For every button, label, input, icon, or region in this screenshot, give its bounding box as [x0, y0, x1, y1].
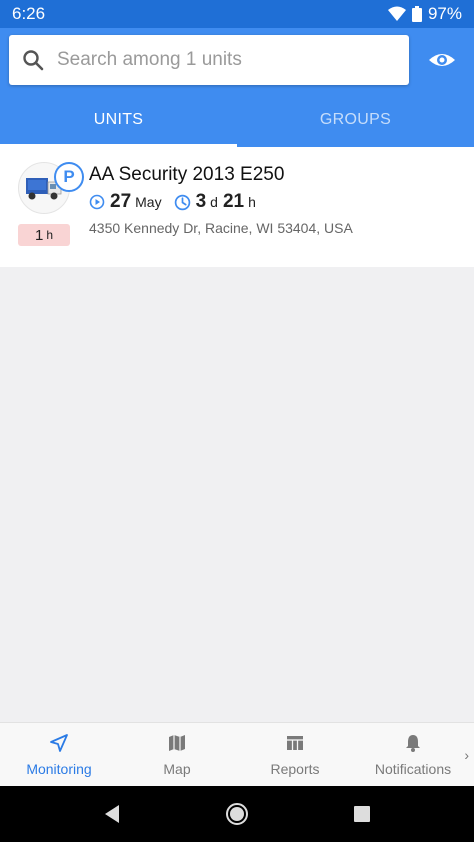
duration-value: 1 — [34, 226, 44, 244]
elapsed-hours: 21 — [222, 191, 245, 212]
unit-name: AA Security 2013 E250 — [89, 164, 285, 185]
search-icon — [23, 50, 44, 71]
nav-reports[interactable]: Reports — [236, 723, 354, 787]
unit-meta: 27 May 3 d 21 h — [89, 191, 256, 213]
bottom-navigation: Monitoring Map Reports Notifications › — [0, 722, 474, 787]
date-month: May — [135, 194, 162, 210]
unit-address: 4350 Kennedy Dr, Racine, WI 53404, USA — [89, 220, 353, 236]
tab-bar: UNITS GROUPS — [0, 92, 474, 147]
nav-notifications[interactable]: Notifications — [354, 723, 472, 787]
search-box[interactable] — [9, 35, 409, 85]
back-icon[interactable] — [103, 804, 121, 824]
elapsed-hours-unit: h — [248, 194, 256, 210]
recents-icon[interactable] — [353, 805, 371, 823]
chevron-right-icon[interactable]: › — [464, 747, 469, 763]
unit-list-item[interactable]: P 1 h AA Security 2013 E250 27 May 3 d 2… — [0, 147, 474, 267]
app-header: UNITS GROUPS — [0, 28, 474, 147]
search-input[interactable] — [55, 48, 389, 72]
status-bar: 6:26 97% — [0, 0, 474, 28]
nav-monitoring-label: Monitoring — [26, 761, 92, 777]
map-icon — [169, 735, 185, 751]
status-time: 6:26 — [12, 4, 46, 23]
nav-monitoring[interactable]: Monitoring — [0, 723, 118, 787]
unit-avatar: P — [18, 162, 84, 216]
battery-icon — [411, 6, 422, 22]
nav-notifications-label: Notifications — [374, 761, 452, 777]
home-icon[interactable] — [225, 802, 249, 826]
clock-icon — [174, 194, 190, 210]
nav-reports-label: Reports — [270, 761, 320, 777]
tab-units[interactable]: UNITS — [0, 92, 237, 147]
parking-badge: P — [54, 162, 84, 192]
duration-unit: h — [46, 228, 54, 242]
date-day: 27 — [110, 191, 132, 212]
reports-icon — [287, 736, 303, 750]
system-navigation-bar — [0, 786, 474, 842]
play-circle-icon — [89, 194, 105, 210]
nav-map[interactable]: Map — [118, 723, 236, 787]
tab-groups[interactable]: GROUPS — [237, 92, 474, 147]
eye-icon[interactable] — [428, 46, 456, 74]
nav-map-label: Map — [163, 761, 191, 777]
elapsed-days-unit: d — [210, 194, 218, 210]
battery-percentage: 97% — [427, 4, 462, 23]
duration-badge: 1 h — [18, 224, 70, 246]
wifi-icon — [387, 6, 406, 21]
elapsed-days: 3 — [195, 191, 207, 212]
navigation-arrow-icon — [50, 734, 68, 752]
status-icons: 97% — [387, 4, 462, 24]
bell-icon — [406, 735, 420, 752]
